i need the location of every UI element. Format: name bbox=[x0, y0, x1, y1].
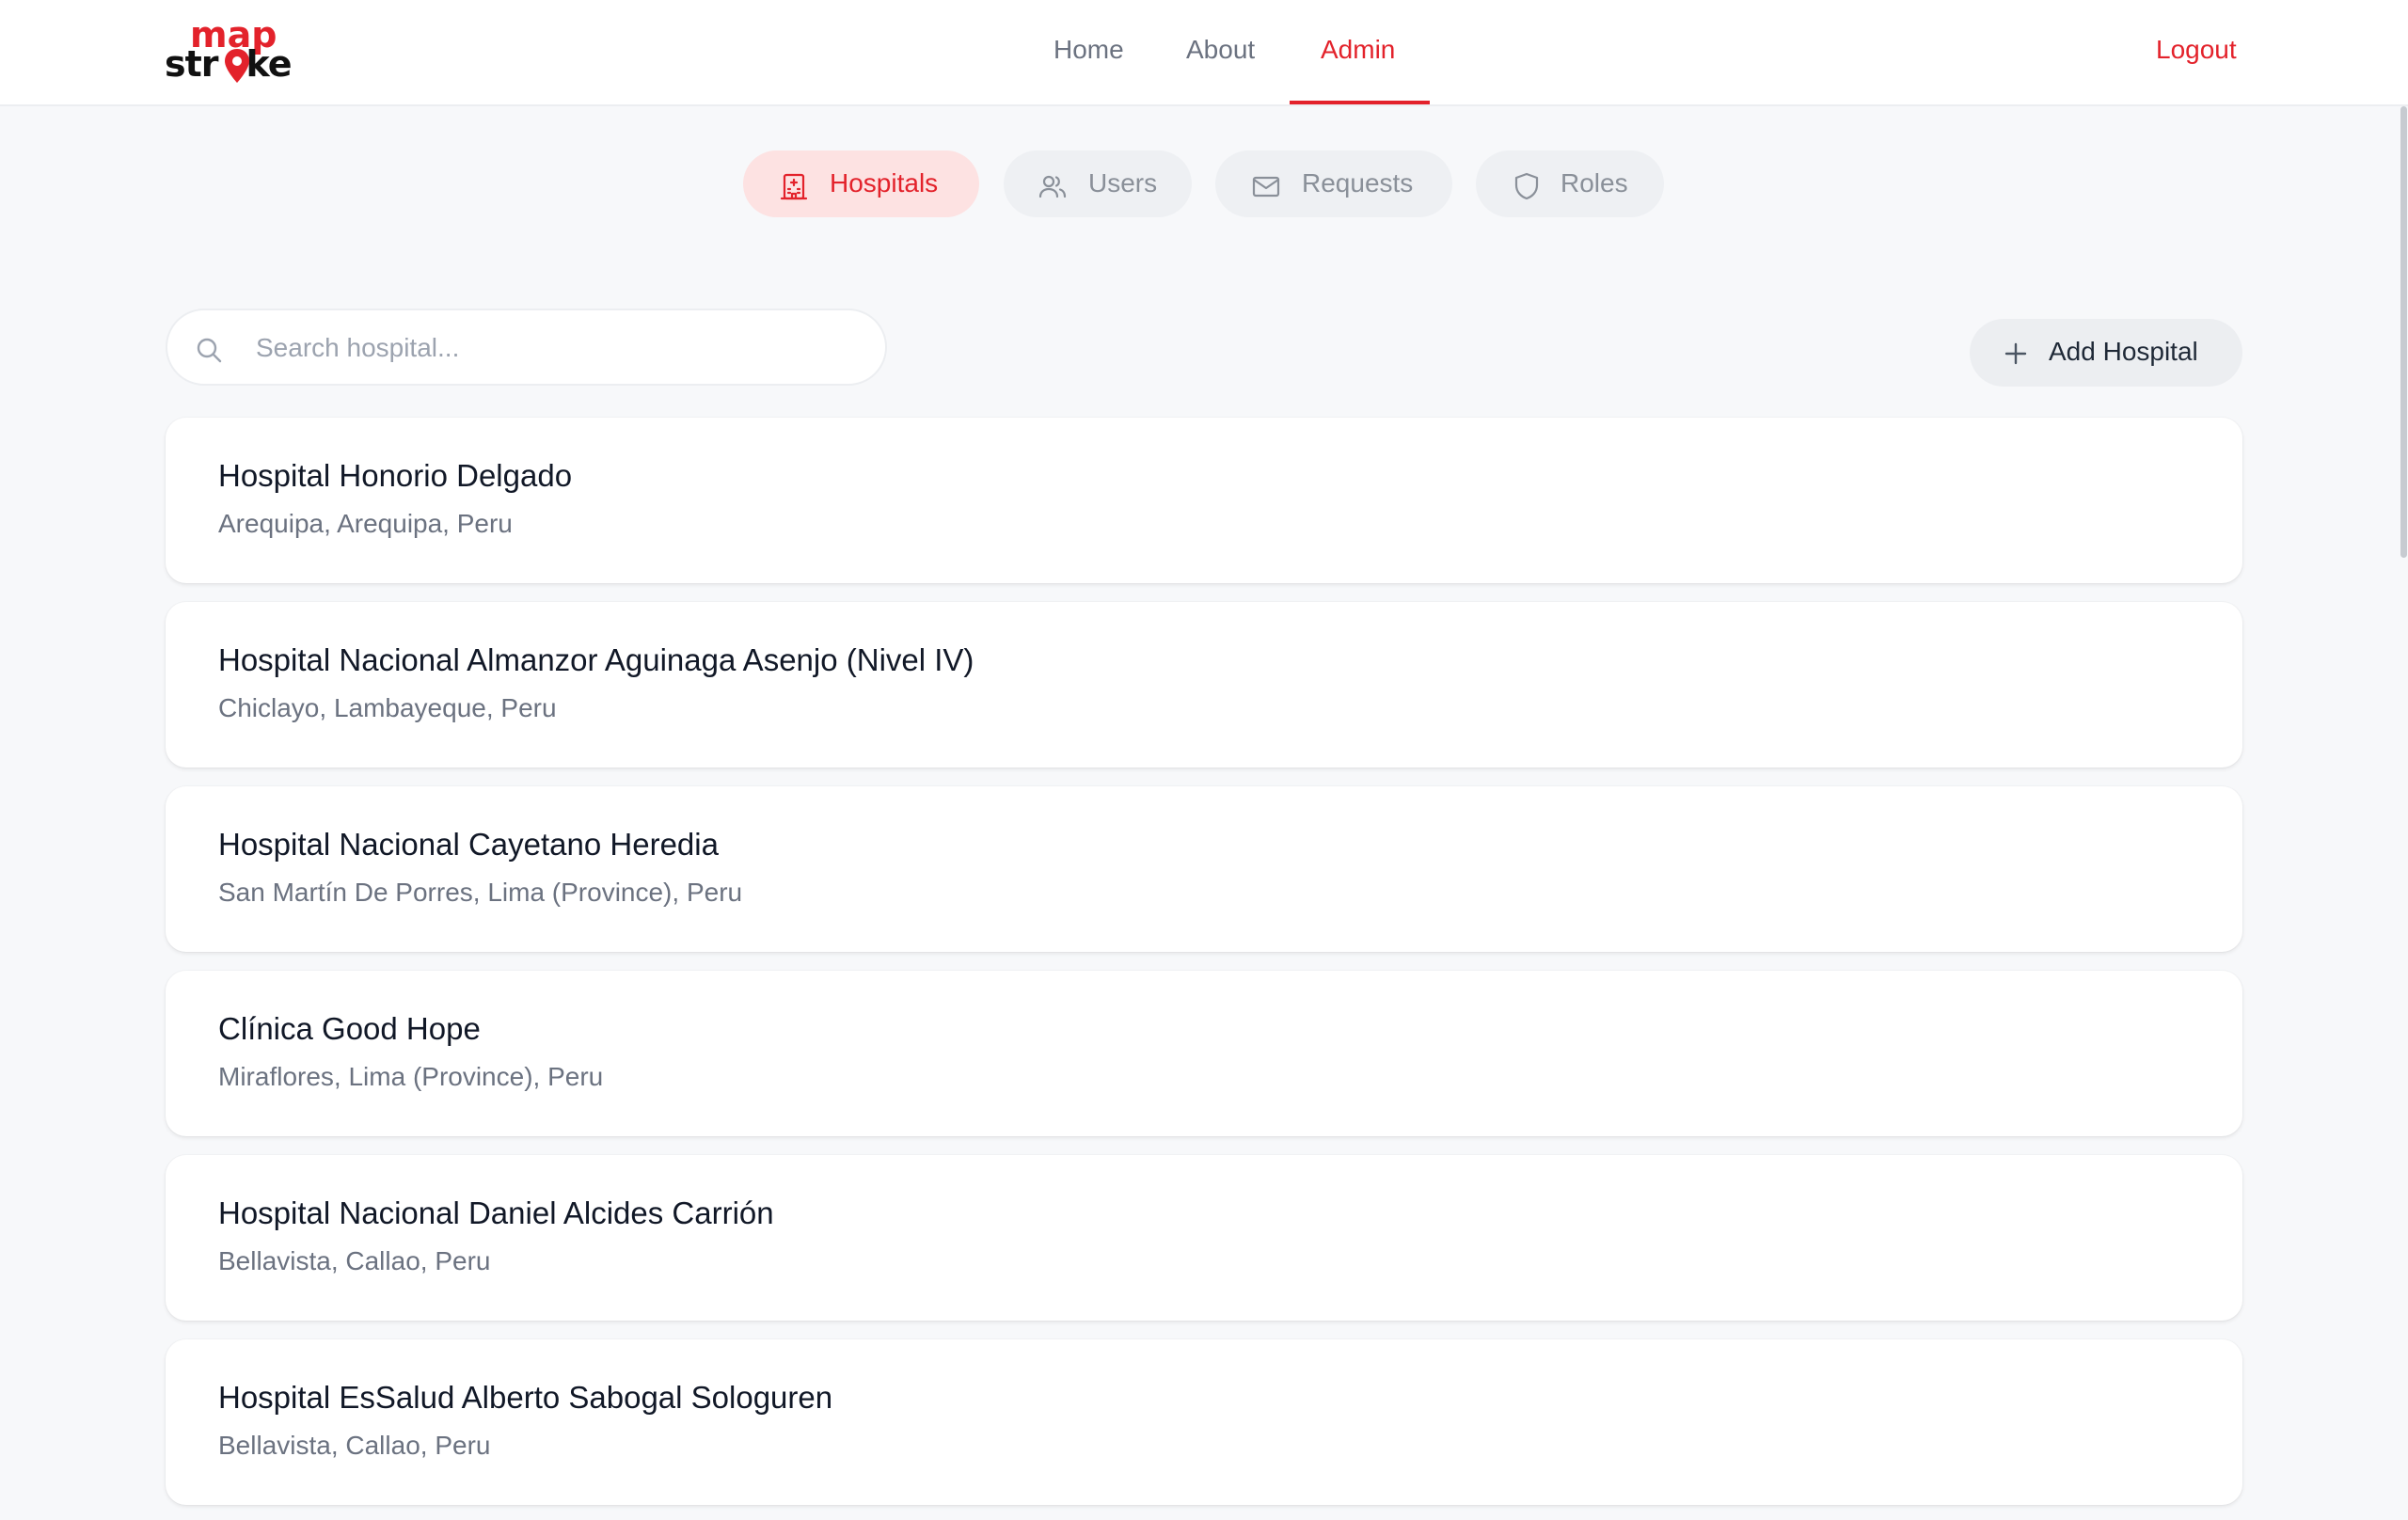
hospital-name: Hospital Honorio Delgado bbox=[218, 458, 573, 493]
hospital-card[interactable]: Hospital EsSalud Alberto Sabogal Sologur… bbox=[166, 1339, 2242, 1505]
scrollbar-thumb[interactable] bbox=[2400, 106, 2407, 558]
tab-roles[interactable]: Roles bbox=[1476, 150, 1664, 217]
nav-home[interactable]: Home bbox=[1054, 34, 1124, 66]
hospital-location: Bellavista, Callao, Peru bbox=[218, 1246, 491, 1275]
tab-roles-label: Roles bbox=[1560, 168, 1628, 198]
plus-icon bbox=[2004, 342, 2027, 365]
tab-requests[interactable]: Requests bbox=[1215, 150, 1452, 217]
nav-about[interactable]: About bbox=[1186, 34, 1255, 66]
search-input[interactable] bbox=[256, 325, 858, 371]
hospital-location: Bellavista, Callao, Peru bbox=[218, 1431, 491, 1460]
hospital-card[interactable]: Hospital Nacional Cayetano Heredia San M… bbox=[166, 786, 2242, 952]
tab-hospitals[interactable]: Hospitals bbox=[743, 150, 979, 217]
hospital-card[interactable]: Hospital Nacional Almanzor Aguinaga Asen… bbox=[166, 602, 2242, 768]
search-box bbox=[166, 309, 887, 386]
active-nav-indicator bbox=[1290, 101, 1430, 104]
hospital-location: Miraflores, Lima (Province), Peru bbox=[218, 1062, 604, 1091]
nav-admin[interactable]: Admin bbox=[1321, 34, 1395, 66]
hospital-name: Hospital Nacional Cayetano Heredia bbox=[218, 827, 719, 862]
hospital-card[interactable]: Clínica Good Hope Miraflores, Lima (Prov… bbox=[166, 971, 2242, 1136]
mapstroke-logo[interactable]: map str ke bbox=[165, 17, 301, 85]
map-pin-icon bbox=[225, 49, 249, 83]
tab-requests-label: Requests bbox=[1302, 168, 1414, 198]
top-navbar: map str ke Home About Admin Logout bbox=[0, 0, 2408, 106]
hospital-name: Clínica Good Hope bbox=[218, 1011, 481, 1046]
add-hospital-label: Add Hospital bbox=[2049, 337, 2198, 366]
hospital-location: San Martín De Porres, Lima (Province), P… bbox=[218, 878, 743, 907]
hospital-name: Hospital Nacional Daniel Alcides Carrión bbox=[218, 1195, 774, 1230]
shield-icon bbox=[1514, 172, 1539, 200]
tab-hospitals-label: Hospitals bbox=[830, 168, 939, 198]
tab-users-label: Users bbox=[1088, 168, 1158, 198]
mail-icon bbox=[1252, 176, 1280, 198]
hospital-location: Arequipa, Arequipa, Peru bbox=[218, 509, 513, 538]
users-icon bbox=[1038, 175, 1067, 198]
tab-users[interactable]: Users bbox=[1004, 150, 1192, 217]
hospital-card[interactable]: Hospital Honorio Delgado Arequipa, Arequ… bbox=[166, 418, 2242, 583]
hospital-location: Chiclayo, Lambayeque, Peru bbox=[218, 693, 557, 722]
hospital-card[interactable]: Hospital Nacional Daniel Alcides Carrión… bbox=[166, 1155, 2242, 1321]
hospital-name: Hospital EsSalud Alberto Sabogal Sologur… bbox=[218, 1380, 833, 1415]
hospital-name: Hospital Nacional Almanzor Aguinaga Asen… bbox=[218, 642, 974, 677]
add-hospital-button[interactable]: Add Hospital bbox=[1970, 319, 2242, 387]
hospital-icon bbox=[780, 173, 808, 200]
logout-link[interactable]: Logout bbox=[2156, 34, 2237, 66]
search-icon bbox=[197, 338, 222, 363]
